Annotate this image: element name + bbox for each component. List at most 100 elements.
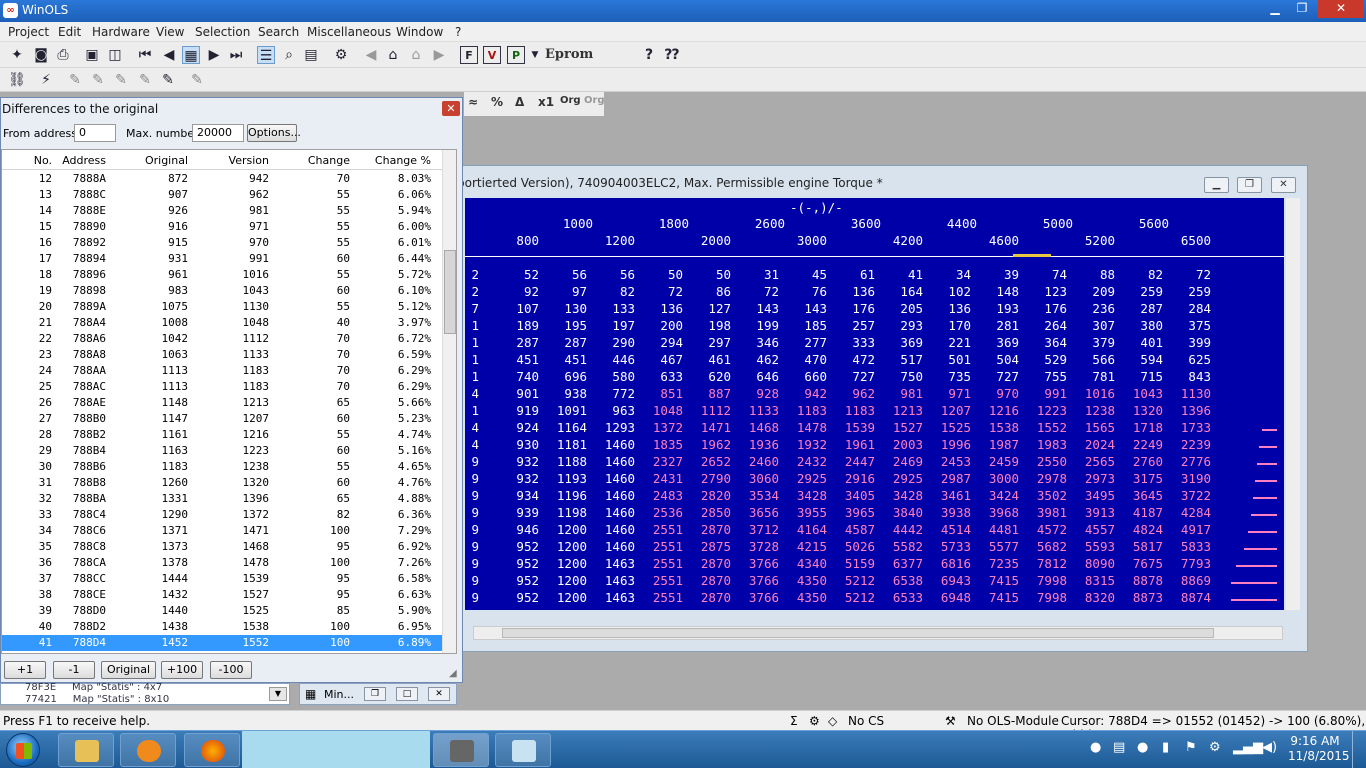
tool-d-icon[interactable]: ✎ xyxy=(136,71,154,89)
map-cell[interactable]: 727 xyxy=(831,369,875,384)
map-cell[interactable]: 5582 xyxy=(879,539,923,554)
map-cell[interactable]: 2453 xyxy=(927,454,971,469)
map-cell[interactable]: 369 xyxy=(975,335,1019,350)
map-cell[interactable]: 3060 xyxy=(735,471,779,486)
map-cell[interactable]: 932 xyxy=(495,471,539,486)
chevron-down-icon[interactable]: ▼ xyxy=(269,687,287,701)
map-list-item[interactable]: 78F3E Map "Statis" : 4x7 xyxy=(25,682,162,693)
map-cell[interactable]: 962 xyxy=(831,386,875,401)
max-number-input[interactable]: 20000 xyxy=(192,124,244,142)
map-cell[interactable]: 4572 xyxy=(1023,522,1067,537)
map-cell[interactable]: 3965 xyxy=(831,505,875,520)
table-row[interactable]: 40 788D2 1438 1538 100 6.95% xyxy=(2,619,442,635)
map-cell[interactable]: 4215 xyxy=(783,539,827,554)
map-cell[interactable]: 1996 xyxy=(927,437,971,452)
map-cell[interactable]: 1043 xyxy=(1119,386,1163,401)
options-button[interactable]: Options... xyxy=(247,124,301,142)
map-cell[interactable]: 952 xyxy=(495,556,539,571)
map-hscroll-thumb[interactable] xyxy=(502,628,1214,638)
map-cell[interactable]: 136 xyxy=(639,301,683,316)
minimize-button[interactable]: ▁ xyxy=(1262,0,1288,18)
map-cell[interactable]: 1372 xyxy=(639,420,683,435)
table-row[interactable]: 17 78894 931 991 60 6.44% xyxy=(2,251,442,267)
map-cell[interactable]: 257 xyxy=(831,318,875,333)
diff-vertical-scrollbar[interactable] xyxy=(442,150,456,653)
table-row[interactable]: 13 7888C 907 962 55 6.06% xyxy=(2,187,442,203)
map-cell[interactable]: 293 xyxy=(879,318,923,333)
map-cell[interactable]: 148 xyxy=(975,284,1019,299)
map-cell[interactable]: 772 xyxy=(591,386,635,401)
tray-vpn-icon[interactable]: ● xyxy=(1137,740,1148,755)
map-cell[interactable]: 52 xyxy=(495,267,539,282)
map-cell[interactable]: 136 xyxy=(831,284,875,299)
map-cell[interactable]: 1188 xyxy=(543,454,587,469)
map-cell[interactable]: 1460 xyxy=(591,539,635,554)
map-cell[interactable]: 1471 xyxy=(687,420,731,435)
menu-search[interactable]: Search xyxy=(258,25,299,39)
map-cell[interactable]: 189 xyxy=(495,318,539,333)
map-cell[interactable]: 2850 xyxy=(687,505,731,520)
map-cell[interactable]: 82 xyxy=(591,284,635,299)
next-icon[interactable]: ▶ xyxy=(205,46,223,64)
map-cell[interactable]: 1460 xyxy=(591,454,635,469)
map-cell[interactable]: 660 xyxy=(783,369,827,384)
map-cell[interactable]: 2239 xyxy=(1167,437,1211,452)
map-cell[interactable]: 1200 xyxy=(543,573,587,588)
tool-a-icon[interactable]: ✎ xyxy=(66,71,84,89)
menu-hardware[interactable]: Hardware xyxy=(92,25,150,39)
table-row[interactable]: 21 788A4 1008 1048 40 3.97% xyxy=(2,315,442,331)
map-cell[interactable]: 1183 xyxy=(831,403,875,418)
map-cell[interactable]: 1983 xyxy=(1023,437,1067,452)
map-cell[interactable]: 1478 xyxy=(783,420,827,435)
map-cell[interactable]: 1565 xyxy=(1071,420,1115,435)
menu-edit[interactable]: Edit xyxy=(58,25,81,39)
map-cell[interactable]: 2760 xyxy=(1119,454,1163,469)
map-cell[interactable]: 380 xyxy=(1119,318,1163,333)
map-cell[interactable]: 952 xyxy=(495,590,539,605)
map-cell[interactable]: 1164 xyxy=(543,420,587,435)
map-cell[interactable]: 1468 xyxy=(735,420,779,435)
close-button[interactable]: ✕ xyxy=(1318,0,1364,18)
map-cell[interactable]: 5212 xyxy=(831,573,875,588)
map-cell[interactable]: 133 xyxy=(591,301,635,316)
plus-hundred-button[interactable]: +100 xyxy=(161,661,203,679)
taskbar-explorer[interactable] xyxy=(58,733,114,767)
map-cell[interactable]: 290 xyxy=(591,335,635,350)
col-address[interactable]: Address xyxy=(54,154,106,167)
map-cell[interactable]: 930 xyxy=(495,437,539,452)
map-cell[interactable]: 1196 xyxy=(543,488,587,503)
map-cell[interactable]: 3955 xyxy=(783,505,827,520)
map-cell[interactable]: 901 xyxy=(495,386,539,401)
map-cell[interactable]: 3461 xyxy=(927,488,971,503)
map-cell[interactable]: 7415 xyxy=(975,590,1019,605)
map-cell[interactable]: 2432 xyxy=(783,454,827,469)
start-button[interactable] xyxy=(6,733,40,767)
map-cell[interactable]: 2973 xyxy=(1071,471,1115,486)
taskbar-app[interactable] xyxy=(495,733,551,767)
map-cell[interactable]: 7812 xyxy=(1023,556,1067,571)
map-cell[interactable]: 2483 xyxy=(639,488,683,503)
map-cell[interactable]: 50 xyxy=(639,267,683,282)
map-cell[interactable]: 529 xyxy=(1023,352,1067,367)
tools-icon[interactable]: ⚙ xyxy=(332,46,350,64)
from-address-input[interactable]: 0 xyxy=(74,124,116,142)
map-cell[interactable]: 401 xyxy=(1119,335,1163,350)
map-cell[interactable]: 88 xyxy=(1071,267,1115,282)
map-cell[interactable]: 3405 xyxy=(831,488,875,503)
context-help-icon[interactable]: ⁇ xyxy=(663,46,681,64)
menu-project[interactable]: Project xyxy=(8,25,49,39)
table-row[interactable]: 41 788D4 1452 1552 100 6.89% xyxy=(2,635,442,651)
map-cell[interactable]: 991 xyxy=(1023,386,1067,401)
map-cell[interactable]: 86 xyxy=(687,284,731,299)
map-cell[interactable]: 1733 xyxy=(1167,420,1211,435)
back-icon[interactable]: ◀ xyxy=(362,46,380,64)
table-row[interactable]: 12 7888A 872 942 70 8.03% xyxy=(2,171,442,187)
map-cell[interactable]: 3766 xyxy=(735,556,779,571)
map-horizontal-scrollbar[interactable] xyxy=(473,626,1283,640)
map-cell[interactable]: 5833 xyxy=(1167,539,1211,554)
map-cell[interactable]: 755 xyxy=(1023,369,1067,384)
last-icon[interactable]: ⏭ xyxy=(227,46,245,64)
map-cell[interactable]: 981 xyxy=(879,386,923,401)
map-cell[interactable]: 185 xyxy=(783,318,827,333)
map-cell[interactable]: 3428 xyxy=(879,488,923,503)
